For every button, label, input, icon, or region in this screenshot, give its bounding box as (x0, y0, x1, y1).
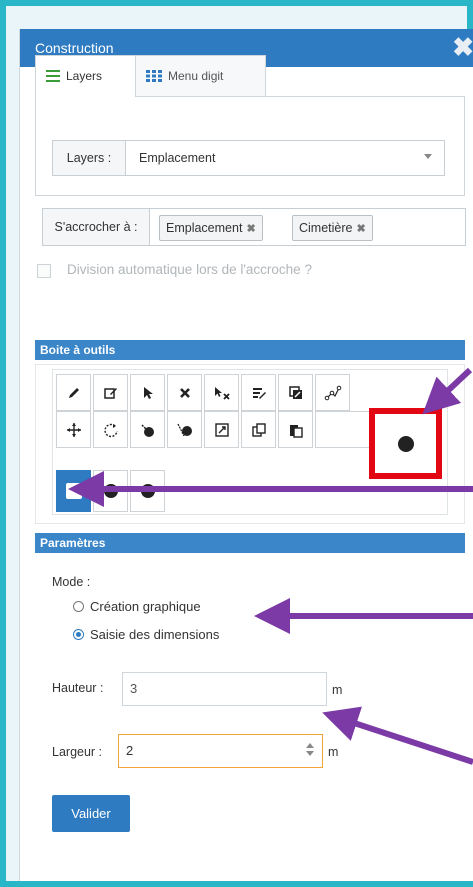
annotation-arrow (322, 706, 473, 765)
annotation-arrows (68, 367, 473, 765)
annotation-arrow (422, 367, 473, 415)
